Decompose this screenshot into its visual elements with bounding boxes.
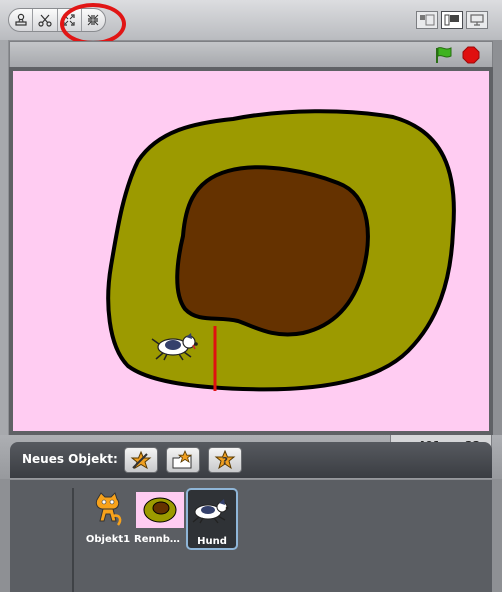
stage[interactable] — [9, 67, 493, 435]
stage-header — [9, 41, 493, 67]
stamp-icon — [15, 13, 27, 26]
cat-sprite-icon — [95, 492, 122, 526]
shrink-icon — [88, 14, 99, 26]
race-track-thumbnail-icon — [136, 492, 184, 528]
presentation-mode-icon — [470, 14, 484, 26]
paint-new-sprite-button[interactable] — [124, 447, 158, 473]
surprise-sprite-button[interactable]: ? — [208, 447, 242, 473]
left-panel-edge — [0, 40, 8, 435]
choose-sprite-from-file-button[interactable] — [166, 447, 200, 473]
svg-text:?: ? — [222, 456, 228, 467]
sprite-thumb-objekt1[interactable]: Objekt1 — [82, 488, 134, 548]
race-track-infield — [175, 165, 370, 337]
sprite-name: Rennbahn — [134, 534, 186, 545]
new-sprite-bar: Neues Objekt: ? — [10, 442, 492, 478]
stage-layout-modes — [416, 11, 496, 29]
grow-tool-button[interactable] — [58, 9, 82, 31]
sprite-name: Hund — [197, 536, 227, 547]
dog-sprite-icon — [192, 499, 229, 524]
surprise-sprite-icon: ? — [214, 450, 236, 470]
stop-sign-icon[interactable] — [462, 46, 480, 64]
stamp-tool-button[interactable] — [9, 9, 34, 31]
new-sprite-label: Neues Objekt: — [22, 452, 118, 466]
small-stage-mode-icon — [420, 14, 435, 26]
sprite-thumb-rennbahn[interactable]: Rennbahn — [134, 488, 186, 548]
normal-stage-mode-icon — [444, 14, 459, 26]
sprite-list: Objekt1 Rennbahn Hund — [10, 480, 492, 592]
sprite-list-divider — [72, 488, 74, 592]
presentation-mode-button[interactable] — [466, 11, 488, 29]
normal-stage-mode-button[interactable] — [441, 11, 463, 29]
choose-sprite-from-file-icon — [172, 450, 193, 469]
green-flag-icon[interactable] — [434, 46, 454, 64]
stage-canvas — [106, 109, 456, 392]
sprite-name: Objekt1 — [85, 534, 131, 545]
grow-icon — [63, 14, 75, 26]
paint-new-sprite-icon — [130, 450, 152, 470]
sprite-thumb-hund[interactable]: Hund — [186, 488, 238, 550]
scissors-tool-button[interactable] — [33, 9, 58, 31]
scissors-icon — [38, 14, 52, 27]
shrink-tool-button[interactable] — [82, 9, 105, 31]
sprite-tools — [8, 8, 106, 32]
top-toolbar — [0, 0, 502, 45]
small-stage-mode-button[interactable] — [416, 11, 438, 29]
